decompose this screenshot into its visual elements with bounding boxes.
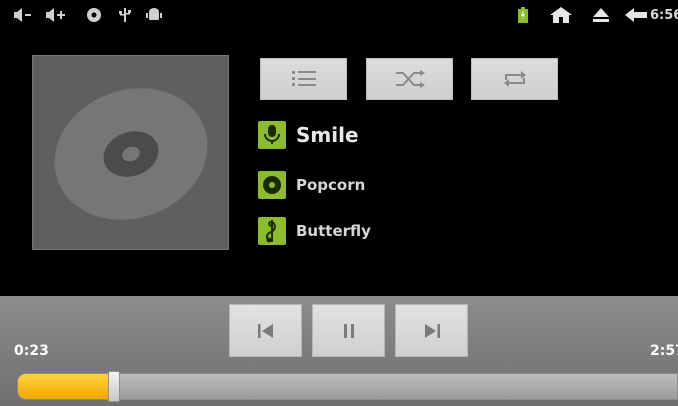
- album-name: Popcorn: [296, 176, 366, 194]
- volume-up-icon: [46, 8, 65, 22]
- repeat-icon: [503, 71, 526, 87]
- current-time: 0:23: [14, 343, 49, 359]
- music-note-icon: [258, 217, 286, 245]
- previous-icon: [257, 323, 273, 338]
- battery-icon: [518, 7, 528, 23]
- media-icon: [87, 8, 101, 22]
- artist-row: Butterfly: [258, 217, 371, 245]
- track-title: Smile: [296, 123, 359, 147]
- android-debug-icon: [146, 8, 162, 20]
- album-disc-icon: [258, 171, 286, 199]
- clock: 6:56: [650, 8, 678, 23]
- next-button[interactable]: [395, 304, 468, 357]
- cd-disc-icon: [54, 88, 208, 220]
- eject-icon: [593, 8, 609, 22]
- volume-down-icon: [14, 8, 31, 22]
- seek-progress-fill: [18, 374, 114, 399]
- pause-button[interactable]: [312, 304, 385, 357]
- track-title-row: Smile: [258, 121, 359, 149]
- album-art: [32, 55, 229, 250]
- microphone-icon: [258, 121, 286, 149]
- next-icon: [424, 323, 440, 338]
- now-playing-list-icon: [291, 71, 316, 86]
- repeat-button[interactable]: [471, 58, 558, 100]
- shuffle-icon: [395, 70, 425, 88]
- back-icon: [625, 8, 647, 22]
- home-icon: [550, 7, 572, 23]
- seek-bar[interactable]: [17, 371, 678, 402]
- status-bar: 6:56: [0, 0, 678, 30]
- usb-icon: [119, 8, 131, 22]
- shuffle-button[interactable]: [366, 58, 453, 100]
- now-playing-list-button[interactable]: [260, 58, 347, 100]
- seek-thumb[interactable]: [107, 371, 120, 402]
- artist-name: Butterfly: [296, 222, 371, 240]
- album-row: Popcorn: [258, 171, 365, 199]
- previous-button[interactable]: [229, 304, 302, 357]
- pause-icon: [343, 323, 354, 338]
- total-time: 2:57: [650, 343, 678, 359]
